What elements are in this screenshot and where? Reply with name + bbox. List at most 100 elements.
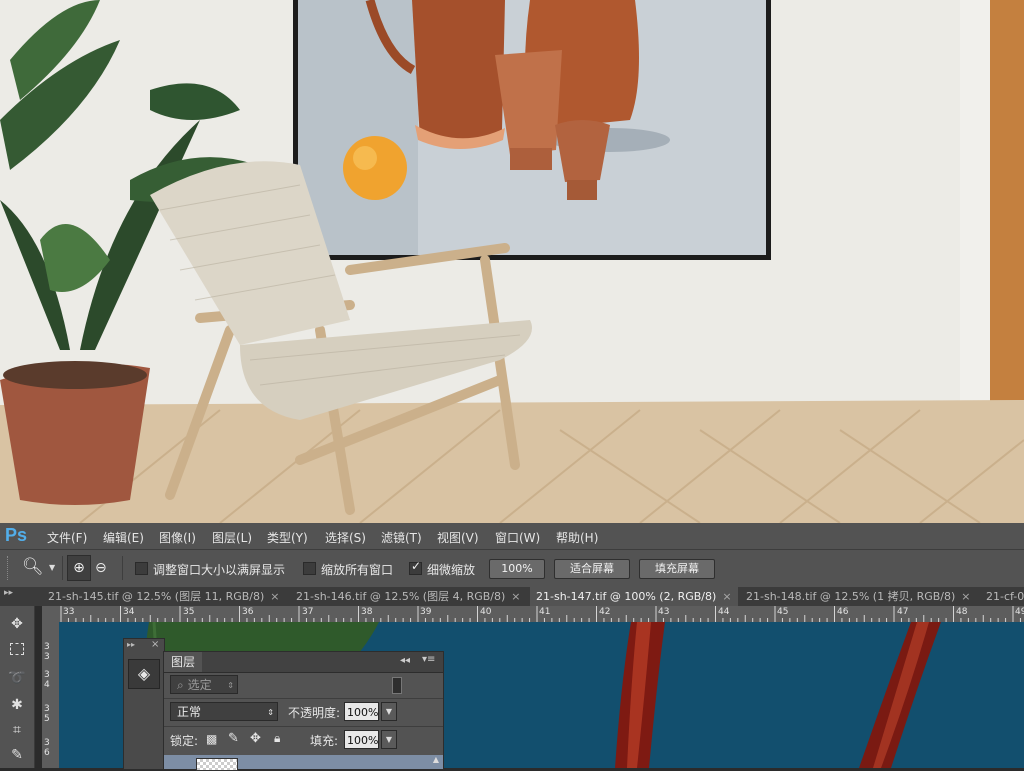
lock-all-icon[interactable]: 🔒︎: [274, 731, 280, 746]
ruler-label: 40: [480, 607, 492, 617]
lasso-tool-icon[interactable]: ➰: [4, 666, 30, 690]
marquee-tool-icon[interactable]: [4, 639, 30, 663]
close-icon[interactable]: ×: [270, 587, 279, 606]
crop-tool-icon[interactable]: ⌗: [4, 718, 30, 742]
fill-dropdown-chevron-down-icon[interactable]: ▼: [381, 730, 397, 749]
grip-handle[interactable]: [7, 556, 12, 580]
blend-mode-value: 正常: [177, 705, 202, 719]
ruler-origin[interactable]: [42, 606, 59, 622]
ruler-label: 4: [44, 680, 50, 690]
ruler-label: 33: [63, 607, 75, 617]
scroll-up-icon[interactable]: ▲: [433, 755, 439, 764]
close-icon[interactable]: ×: [961, 587, 970, 606]
document-tab-bar: ▸▸ 21-sh-145.tif @ 12.5% (图层 11, RGB/8) ×…: [0, 587, 1024, 606]
menu-file[interactable]: 文件(F): [47, 529, 87, 546]
zoom-all-windows-checkbox[interactable]: [303, 562, 316, 575]
tab-label: 21-sh-146.tif @ 12.5% (图层 4, RGB/8): [296, 590, 506, 603]
menu-select[interactable]: 选择(S): [325, 529, 366, 546]
collapsed-panel-dock: ▸▸ × ◈: [123, 638, 165, 770]
lock-position-icon[interactable]: ✥: [250, 731, 261, 746]
expand-panels-icon[interactable]: ▸▸: [4, 588, 13, 598]
collapse-panel-icon[interactable]: ◂◂: [400, 655, 410, 666]
move-tool-icon[interactable]: ✥: [4, 612, 30, 636]
search-icon: ⌕: [177, 678, 184, 692]
menu-view[interactable]: 视图(V): [437, 529, 479, 546]
menu-image[interactable]: 图像(I): [159, 529, 196, 546]
menu-filter[interactable]: 滤镜(T): [381, 529, 422, 546]
fill-label: 填充:: [310, 734, 339, 748]
fit-screen-button[interactable]: 适合屏幕: [554, 559, 630, 579]
ruler-label: 43: [658, 607, 670, 617]
menu-window[interactable]: 窗口(W): [495, 529, 540, 546]
menu-type[interactable]: 类型(Y): [267, 529, 308, 546]
layers-panel: 图层 ◂◂ ▾≡ ⌕ 选定 ⇕ 正常 ⇕ 不透明度: 100% ▼ 锁定: ▩ …: [163, 651, 444, 771]
zoom-tool-icon[interactable]: 🔍︎: [22, 557, 44, 577]
tab-document-cf[interactable]: 21-cf-0: [980, 587, 1024, 606]
ruler-label: 47: [897, 607, 909, 617]
tab-label: 21-sh-147.tif @ 100% (2, RGB/8): [536, 590, 717, 603]
magic-wand-tool-icon[interactable]: ✱: [4, 693, 30, 717]
layer-filter-select[interactable]: ⌕ 选定 ⇕: [170, 675, 238, 694]
layer-thumbnail: [196, 758, 238, 771]
chevron-updown-icon: ⇕: [227, 681, 234, 690]
zoom-in-icon[interactable]: ⊕: [67, 555, 91, 581]
blend-mode-select[interactable]: 正常 ⇕: [170, 702, 278, 721]
tool-preset-chevron-down-icon[interactable]: ▼: [49, 563, 55, 572]
ruler-label: 3: [44, 738, 50, 748]
close-icon[interactable]: ×: [722, 587, 731, 606]
ruler-label: 3: [44, 670, 50, 680]
fill-screen-button[interactable]: 填充屏幕: [639, 559, 715, 579]
ruler-label: 5: [44, 714, 50, 724]
ruler-label: 42: [599, 607, 611, 617]
panel-menu-icon[interactable]: ▾≡: [422, 654, 435, 665]
lock-label: 锁定:: [170, 734, 199, 748]
ruler-label: 41: [539, 607, 551, 617]
menu-edit[interactable]: 编辑(E): [103, 529, 144, 546]
ruler-label: 39: [420, 607, 432, 617]
tab-document-145[interactable]: 21-sh-145.tif @ 12.5% (图层 11, RGB/8) ×: [42, 587, 288, 606]
close-icon[interactable]: ×: [511, 587, 520, 606]
vertical-ruler[interactable]: 3 3 3 4 3 5 3 6: [42, 622, 60, 768]
ruler-label: 48: [956, 607, 968, 617]
layers-tab[interactable]: 图层: [164, 652, 202, 672]
ruler-label: 3: [44, 642, 50, 652]
opacity-label: 不透明度:: [288, 706, 341, 720]
opacity-dropdown-chevron-down-icon[interactable]: ▼: [381, 702, 397, 721]
resize-windows-checkbox[interactable]: [135, 562, 148, 575]
ruler-label: 37: [302, 607, 314, 617]
lock-transparent-pixels-icon[interactable]: ▩: [206, 732, 217, 746]
ruler-label: 36: [242, 607, 254, 617]
eyedropper-tool-icon[interactable]: ✎: [4, 743, 30, 767]
expand-dock-icon[interactable]: ▸▸: [127, 640, 135, 649]
close-icon[interactable]: ×: [151, 639, 159, 650]
ruler-label: 6: [44, 748, 50, 758]
tab-label: 21-cf-0: [986, 590, 1024, 603]
tab-document-148[interactable]: 21-sh-148.tif @ 12.5% (1 拷贝, RGB/8) ×: [740, 587, 978, 606]
ruler-label: 49: [1015, 607, 1024, 617]
menu-layer[interactable]: 图层(L): [212, 529, 252, 546]
menu-bar: Ps 文件(F) 编辑(E) 图像(I) 图层(L) 类型(Y) 选择(S) 滤…: [0, 523, 1024, 549]
tab-document-146[interactable]: 21-sh-146.tif @ 12.5% (图层 4, RGB/8) ×: [290, 587, 528, 606]
filter-toggle-switch[interactable]: [392, 677, 402, 694]
layer-row[interactable]: ▲: [164, 755, 443, 771]
lock-image-pixels-icon[interactable]: ✎: [228, 731, 239, 746]
options-bar: 🔍︎ ▼ ⊕ ⊖ 调整窗口大小以满屏显示 缩放所有窗口 细微缩放 100% 适合…: [0, 549, 1024, 589]
scrubby-zoom-label: 细微缩放: [427, 563, 476, 577]
layer-filter-placeholder: 选定: [187, 678, 212, 692]
photoshop-logo: Ps: [5, 525, 28, 545]
zoom-out-icon[interactable]: ⊖: [95, 560, 107, 576]
menu-help[interactable]: 帮助(H): [556, 529, 598, 546]
chevron-updown-icon: ⇕: [267, 708, 274, 717]
scrubby-zoom-checkbox[interactable]: [409, 559, 422, 575]
resize-windows-label: 调整窗口大小以满屏显示: [153, 563, 286, 577]
layers-panel-icon[interactable]: ◈: [128, 659, 160, 689]
zoom-percent-field[interactable]: 100%: [489, 559, 545, 579]
opacity-input[interactable]: 100%: [344, 702, 379, 721]
ruler-label: 45: [777, 607, 789, 617]
tab-document-147[interactable]: 21-sh-147.tif @ 100% (2, RGB/8) ×: [530, 587, 738, 606]
ruler-label: 34: [123, 607, 135, 617]
ruler-label: 44: [718, 607, 730, 617]
horizontal-ruler[interactable]: 33 34 35 36 37 38 39 40 41 42 43 44 45 4…: [59, 606, 1024, 623]
tab-label: 21-sh-148.tif @ 12.5% (1 拷贝, RGB/8): [746, 590, 956, 603]
fill-input[interactable]: 100%: [344, 730, 379, 749]
